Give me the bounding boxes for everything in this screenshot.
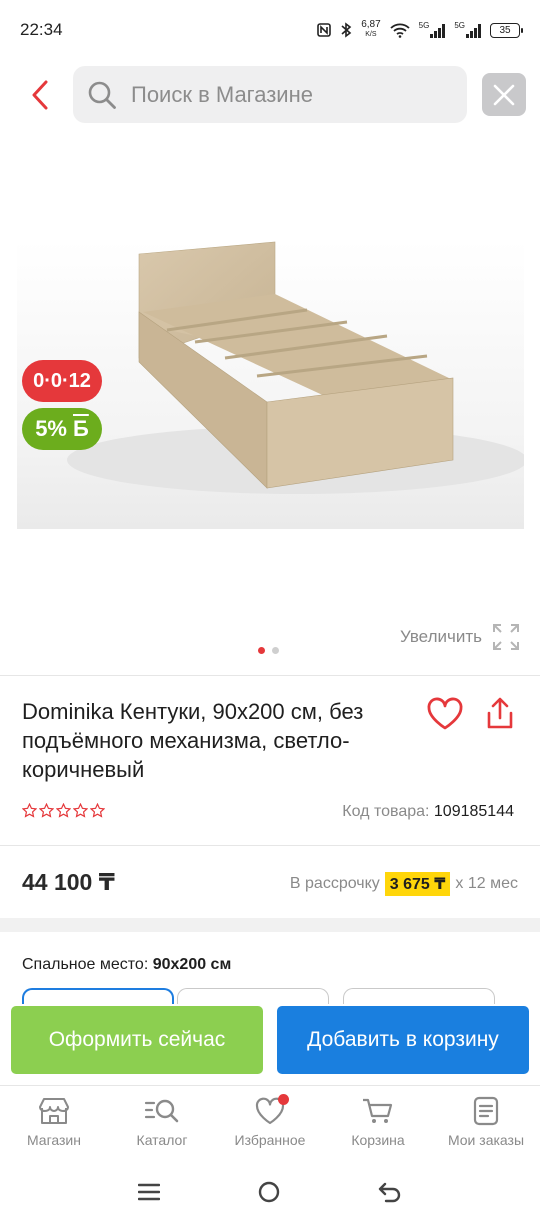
add-to-cart-button[interactable]: Добавить в корзину — [277, 1006, 529, 1074]
status-icons: 6,87 K/S 5G 5G 35 — [317, 20, 523, 40]
nav-item-orders[interactable]: Мои заказы — [432, 1086, 540, 1165]
installment-badge: 0·0·12 — [22, 360, 102, 402]
network-speed: 6,87 K/S — [361, 20, 380, 40]
option-label: Спальное место: — [22, 956, 149, 973]
search-header — [0, 65, 540, 125]
bonus-symbol: Б — [72, 416, 89, 441]
signal-2: 5G — [454, 22, 481, 38]
system-navigation — [0, 1165, 540, 1218]
product-code-label: Код товара: — [342, 803, 430, 820]
store-icon — [39, 1098, 69, 1124]
star-icon — [73, 803, 88, 818]
speed-unit: K/S — [365, 31, 377, 38]
close-search-button[interactable] — [482, 73, 526, 116]
menu-icon[interactable] — [138, 1182, 161, 1202]
nfc-icon — [317, 23, 331, 37]
network-type-2: 5G — [454, 21, 465, 30]
speed-value: 6,87 — [361, 19, 381, 30]
search-box[interactable] — [73, 66, 467, 123]
divider — [0, 845, 540, 846]
share-icon — [487, 697, 513, 729]
buy-now-button[interactable]: Оформить сейчас — [11, 1006, 263, 1074]
star-icon — [22, 803, 37, 818]
bluetooth-icon — [341, 22, 352, 38]
zoom-label: Увеличить — [400, 627, 482, 646]
status-bar: 22:34 6,87 K/S 5G 5G 35 — [0, 0, 540, 60]
installment-amount: 3 675 ₸ — [384, 872, 451, 896]
search-icon — [88, 81, 116, 109]
nav-label: Корзина — [351, 1132, 405, 1148]
product-price: 44 100 ₸ — [22, 869, 115, 895]
chevron-left-icon — [32, 80, 48, 110]
pagination-dot[interactable] — [272, 647, 279, 654]
bonus-badge: 5% Б — [22, 408, 102, 450]
share-button[interactable] — [484, 696, 516, 735]
nav-item-favorites[interactable]: Избранное — [216, 1086, 324, 1165]
option-sleeping-place: Спальное место: 90х200 см — [22, 956, 231, 974]
installment-prefix: В рассрочку — [289, 875, 380, 892]
nav-label: Каталог — [136, 1132, 188, 1148]
divider — [0, 675, 540, 676]
nav-item-store[interactable]: Магазин — [0, 1086, 108, 1165]
installment-info[interactable]: В рассрочку 3 675 ₸ х 12 мес — [290, 872, 518, 896]
star-icon — [90, 803, 105, 818]
signal-bars-icon — [430, 22, 446, 38]
nav-item-catalog[interactable]: Каталог — [108, 1086, 216, 1165]
star-icon — [39, 803, 54, 818]
bonus-percent: 5% — [35, 416, 67, 441]
nav-label: Мои заказы — [447, 1132, 525, 1148]
favorite-button[interactable] — [426, 697, 464, 736]
product-code-value: 109185144 — [433, 803, 514, 820]
cart-icon — [363, 1098, 393, 1123]
search-input[interactable] — [131, 81, 431, 108]
zoom-button[interactable]: Увеличить — [400, 623, 520, 651]
nav-item-cart[interactable]: Корзина — [324, 1086, 432, 1165]
close-icon — [493, 84, 515, 105]
back-arrow-icon[interactable] — [378, 1181, 402, 1203]
battery-indicator: 35 — [490, 22, 523, 38]
gallery-pagination — [258, 647, 279, 654]
catalog-search-icon — [144, 1099, 179, 1123]
installment-suffix: х 12 мес — [455, 875, 518, 892]
nav-label: Избранное — [234, 1132, 306, 1148]
product-title: Dominika Кентуки, 90х200 см, без подъёмн… — [22, 699, 364, 782]
option-value: 90х200 см — [152, 956, 232, 973]
network-type-1: 5G — [418, 21, 430, 30]
heart-icon — [427, 697, 463, 730]
status-time: 22:34 — [20, 20, 63, 39]
bottom-navigation: Магазин Каталог Избранное Корзина Мои за… — [0, 1085, 540, 1165]
orders-icon — [473, 1096, 499, 1126]
back-button[interactable] — [22, 75, 58, 115]
product-code: Код товара: 109185144 — [342, 803, 514, 821]
signal-1: 5G — [419, 22, 446, 38]
rating-stars[interactable] — [22, 803, 105, 818]
expand-icon — [493, 624, 519, 650]
wifi-icon — [390, 23, 410, 38]
pagination-dot-active[interactable] — [258, 647, 265, 654]
home-circle-icon[interactable] — [257, 1180, 281, 1204]
nav-label: Магазин — [26, 1132, 81, 1148]
section-separator — [0, 918, 540, 932]
notification-dot — [278, 1094, 289, 1105]
star-icon — [56, 803, 71, 818]
action-bar: Оформить сейчас Добавить в корзину — [0, 1004, 540, 1084]
signal-bars-icon — [466, 22, 481, 38]
